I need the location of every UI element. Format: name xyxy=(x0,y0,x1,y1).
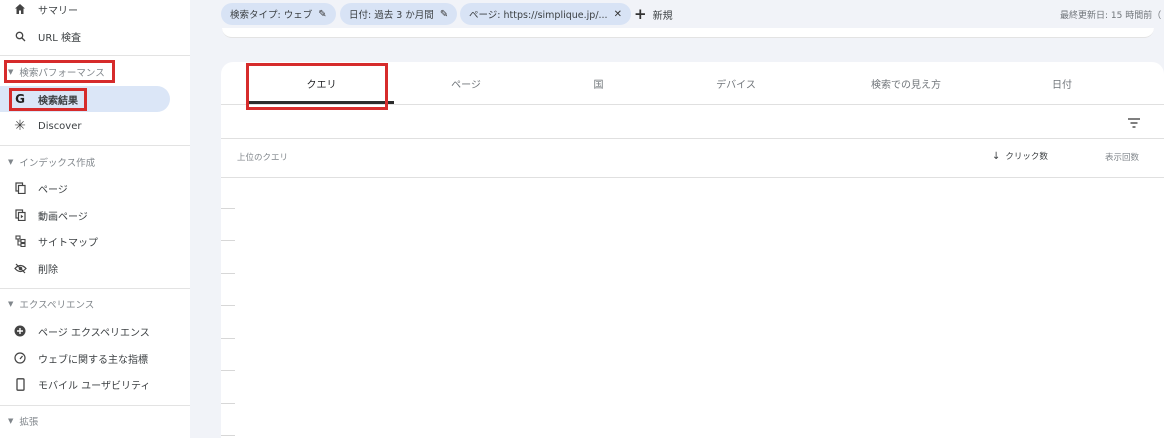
speed-gauge-icon xyxy=(13,351,27,365)
section-enhancements[interactable]: ▼ 拡張 xyxy=(0,410,38,432)
tab-devices[interactable]: デバイス xyxy=(661,62,811,104)
divider xyxy=(221,177,1164,178)
edit-pencil-icon[interactable]: ✎ xyxy=(318,9,326,20)
section-title: エクスペリエンス xyxy=(19,300,95,311)
column-header-clicks[interactable]: ↓ クリック数 xyxy=(992,150,1048,163)
sidebar-item-label: モバイル ユーザビリティ xyxy=(38,380,151,392)
tab-search-appearance[interactable]: 検索での見え方 xyxy=(811,62,1001,104)
sidebar-item-page-experience[interactable]: ページ エクスペリエンス xyxy=(0,318,150,344)
arrow-down-icon: ↓ xyxy=(992,150,1001,162)
eye-off-icon xyxy=(13,261,27,275)
sidebar-item-summary[interactable]: サマリー xyxy=(0,0,78,22)
sidebar-item-label: URL 検査 xyxy=(38,32,82,44)
sidebar-item-label: 削除 xyxy=(38,264,58,276)
section-indexing[interactable]: ▼ インデックス作成 xyxy=(0,151,95,173)
filter-chip-search-type[interactable]: 検索タイプ: ウェブ ✎ xyxy=(221,3,336,25)
tab-countries[interactable]: 国 xyxy=(536,62,661,104)
sidebar-item-video-pages[interactable]: 動画ページ xyxy=(0,202,88,228)
column-header-label: クリック数 xyxy=(1005,152,1048,162)
sidebar-item-label: サマリー xyxy=(38,5,78,17)
section-title: 拡張 xyxy=(19,417,39,428)
section-title: インデックス作成 xyxy=(19,158,96,169)
copy-pages-icon xyxy=(13,181,27,195)
report-table-card: クエリ ページ 国 デバイス 検索での見え方 日付 上位のクエリ ↓ クリック数… xyxy=(221,62,1164,438)
divider xyxy=(0,288,190,289)
highlight-box-query-tab xyxy=(246,63,388,110)
sidebar-item-url-inspection[interactable]: URL 検査 xyxy=(0,23,81,49)
highlight-box-performance xyxy=(4,60,115,83)
plus-icon: + xyxy=(634,5,647,23)
row-tick xyxy=(221,370,235,371)
search-icon xyxy=(13,29,27,43)
filter-chip-date[interactable]: 日付: 過去 3 か月間 ✎ xyxy=(340,3,458,25)
add-circle-icon xyxy=(13,324,27,338)
sidebar-item-mobile-usability[interactable]: モバイル ユーザビリティ xyxy=(0,371,150,397)
sidebar-item-label: ウェブに関する主な指標 xyxy=(38,354,148,366)
chart-card-bottom xyxy=(222,28,1154,38)
sidebar-item-discover[interactable]: ✳ Discover xyxy=(0,113,82,139)
filter-rows-icon[interactable] xyxy=(1127,113,1143,128)
column-header-impressions[interactable]: 表示回数 xyxy=(1105,151,1139,163)
sidebar-item-label: サイトマップ xyxy=(38,237,98,249)
sidebar-item-core-web-vitals[interactable]: ウェブに関する主な指標 xyxy=(0,345,148,371)
row-tick xyxy=(221,305,235,306)
caret-down-icon: ▼ xyxy=(8,300,14,308)
close-icon[interactable]: ✕ xyxy=(614,9,622,20)
row-tick xyxy=(221,208,235,209)
row-tick xyxy=(221,273,235,274)
sidebar-item-label: ページ エクスペリエンス xyxy=(38,327,150,339)
divider xyxy=(0,145,190,146)
divider xyxy=(0,405,190,406)
row-tick xyxy=(221,240,235,241)
highlight-box-search-results xyxy=(9,88,87,111)
caret-down-icon: ▼ xyxy=(8,158,14,166)
caret-down-icon: ▼ xyxy=(8,417,14,425)
sidebar-item-removals[interactable]: 削除 xyxy=(0,255,58,281)
column-header-query: 上位のクエリ xyxy=(237,153,289,163)
sitemap-icon xyxy=(13,234,27,248)
chip-label: 日付: 過去 3 か月間 xyxy=(349,10,434,21)
section-experience[interactable]: ▼ エクスペリエンス xyxy=(0,293,94,315)
edit-pencil-icon[interactable]: ✎ xyxy=(440,9,448,20)
divider xyxy=(221,138,1164,139)
video-page-icon xyxy=(13,208,27,222)
row-tick xyxy=(221,338,235,339)
row-tick xyxy=(221,435,235,436)
smartphone-icon xyxy=(13,377,27,391)
sidebar-item-label: 動画ページ xyxy=(38,211,88,223)
sidebar-item-pages[interactable]: ページ xyxy=(0,175,68,201)
asterisk-icon: ✳ xyxy=(14,118,26,134)
chip-label: ページ: https://simplique.jp/... xyxy=(469,10,608,21)
last-update-text: 最終更新日: 15 時間前（ xyxy=(1060,11,1162,21)
sidebar: サマリー URL 検査 ▼ 検索パフォーマンス G 検索結果 ✳ Discove… xyxy=(0,0,190,438)
sidebar-item-sitemaps[interactable]: サイトマップ xyxy=(0,228,98,254)
add-filter-button[interactable]: + 新規 xyxy=(634,3,673,25)
home-icon xyxy=(13,2,27,16)
row-tick xyxy=(221,403,235,404)
chip-label: 検索タイプ: ウェブ xyxy=(230,10,313,21)
sidebar-item-label: ページ xyxy=(38,184,68,196)
sidebar-item-label: Discover xyxy=(38,120,82,132)
filter-chip-page[interactable]: ページ: https://simplique.jp/... ✕ xyxy=(460,3,631,25)
tab-dates[interactable]: 日付 xyxy=(1001,62,1123,104)
divider xyxy=(0,55,190,56)
tab-pages[interactable]: ページ xyxy=(396,62,536,104)
add-filter-label: 新規 xyxy=(652,10,673,22)
